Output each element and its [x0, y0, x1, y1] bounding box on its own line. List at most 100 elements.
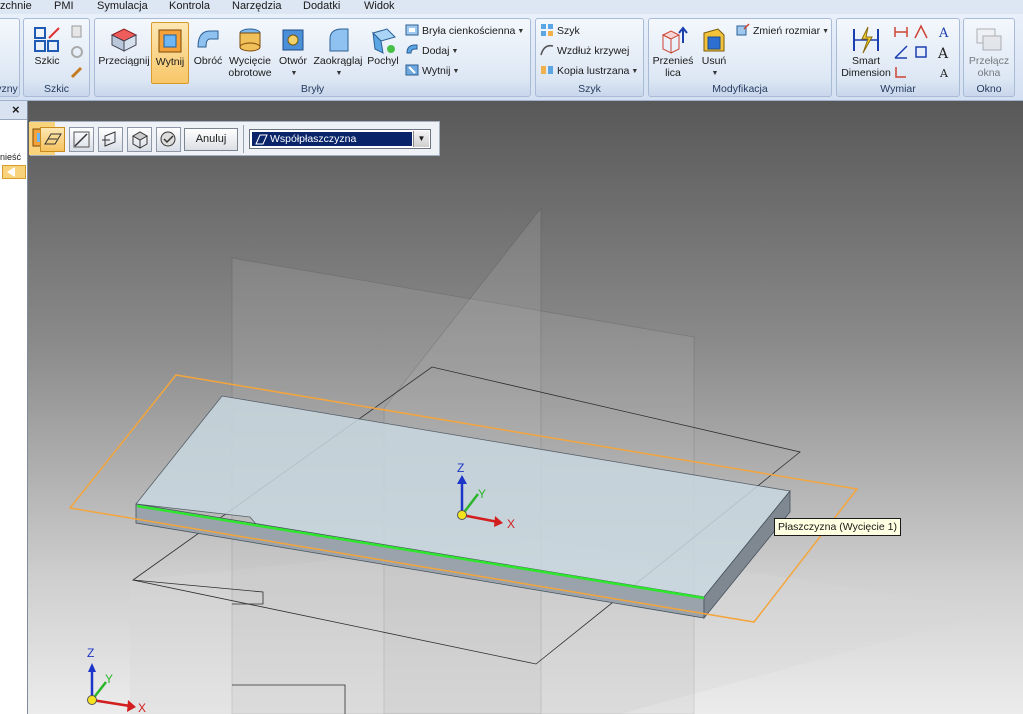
smart-dimension-button[interactable]: Smart Dimension	[840, 22, 892, 84]
symmetric-dimension-icon[interactable]	[913, 44, 929, 60]
group-szkic: Szkic Szkic	[23, 18, 90, 97]
group-szyk-label: Szyk	[578, 83, 601, 95]
tab-symulacja[interactable]: Symulacja	[97, 0, 148, 12]
wyciecie-obrotowe-label-1: Wycięcie	[229, 55, 271, 67]
left-pane: × nieść	[0, 101, 28, 714]
step-extent-button[interactable]	[127, 127, 152, 152]
kopia-lustrzana-button[interactable]: Kopia lustrzana ▼	[540, 62, 638, 80]
draw-profile-icon	[73, 131, 90, 148]
text-style-icon[interactable]: A	[937, 24, 953, 40]
wytnij-small-label: Wytnij	[422, 65, 451, 77]
zaokraglaj-dropdown-arrow[interactable]: ▼	[336, 70, 343, 77]
wyciecie-obrotowe-button[interactable]: Wycięcie obrotowe	[226, 22, 274, 84]
wzdluz-krzywej-button[interactable]: Wzdłuż krzywej	[540, 42, 629, 60]
rotate-icon[interactable]	[69, 44, 85, 60]
round-icon	[329, 28, 349, 52]
smart-dimension-label-2: Dimension	[841, 67, 891, 79]
step-side-button[interactable]	[98, 127, 123, 152]
group-partial-left: yzny	[0, 18, 20, 97]
usun-dropdown-arrow[interactable]: ▼	[712, 70, 719, 77]
przeciagnij-label: Przeciągnij	[98, 55, 150, 67]
revolve-icon	[197, 30, 219, 48]
przeciagnij-button[interactable]: Przeciągnij	[98, 22, 150, 84]
angle-dimension-icon[interactable]	[893, 44, 909, 60]
pencil-icon[interactable]	[69, 64, 85, 80]
dodaj-dropdown-arrow[interactable]: ▼	[451, 48, 458, 55]
plane-select-value: Współpłaszczyzna	[252, 132, 412, 146]
font-down-icon[interactable]: A	[937, 64, 953, 80]
wytnij-small-button[interactable]: Wytnij ▼	[405, 62, 459, 80]
model-graphics[interactable]: Z X Y Z X Y	[28, 101, 1023, 714]
step-plane-button[interactable]	[40, 127, 65, 152]
switch-window-icon	[976, 28, 1002, 51]
sketch-button[interactable]: Szkic	[27, 22, 67, 84]
wzdluz-krzywej-label: Wzdłuż krzywej	[557, 45, 630, 57]
szyk-button[interactable]: Szyk	[540, 22, 580, 40]
view-axis-x-label: X	[138, 701, 146, 714]
usun-button[interactable]: Usuń ▼	[697, 22, 731, 84]
group-wymiar-label: Wymiar	[880, 83, 916, 95]
chamfer-dimension-icon[interactable]	[913, 24, 929, 40]
tab-narzedzia[interactable]: Narzędzia	[232, 0, 282, 12]
plane-step-icon	[44, 133, 62, 145]
otwor-button[interactable]: Otwór ▼	[276, 22, 310, 84]
distance-dimension-icon[interactable]	[893, 24, 909, 40]
left-pane-step-marker[interactable]	[2, 165, 26, 179]
group-szyk: Szyk Wzdłuż krzywej Kopia lustrzana ▼ Szy…	[535, 18, 644, 97]
wytnij-small-dropdown-arrow[interactable]: ▼	[453, 68, 460, 75]
przenies-lica-label-2: lica	[665, 67, 681, 79]
bryla-cienkoscienna-button[interactable]: Bryła cienkościenna ▼	[405, 22, 524, 40]
view-axis-z-label: Z	[87, 646, 94, 660]
plane-select-dropdown-arrow[interactable]: ▼	[413, 131, 429, 147]
3d-viewport[interactable]: Z X Y Z X Y	[28, 101, 1023, 714]
wytnij-button[interactable]: Wytnij	[151, 22, 189, 84]
smart-dimension-label-1: Smart	[851, 55, 880, 67]
pattern-icon	[541, 24, 553, 36]
command-bar-divider	[243, 125, 244, 153]
ribbon: yzny Szkic Szkic Przeciągnij	[0, 14, 1023, 101]
przelacz-okna-button[interactable]: Przełącz okna	[966, 22, 1012, 84]
sketch-label: Szkic	[34, 55, 60, 67]
zaokraglaj-button[interactable]: Zaokrąglaj ▼	[313, 22, 363, 84]
zmien-rozmiar-button[interactable]: Zmień rozmiar ▼	[736, 22, 829, 40]
group-partial-left-label: yzny	[0, 83, 18, 95]
group-okno: Przełącz okna Okno	[963, 18, 1015, 97]
font-up-icon[interactable]: A	[937, 44, 953, 60]
copy-icon[interactable]	[69, 24, 85, 40]
tab-kontrola[interactable]: Kontrola	[169, 0, 210, 12]
dodaj-label: Dodaj	[422, 45, 450, 57]
group-bryly: Przeciągnij Wytnij Obróć Wycięcie obroto…	[94, 18, 531, 97]
extent-step-icon	[131, 131, 149, 149]
curve-pattern-icon	[540, 44, 554, 56]
svg-text:A: A	[939, 67, 949, 80]
pochyl-button[interactable]: Pochyl	[365, 22, 401, 84]
cancel-button[interactable]: Anuluj	[184, 128, 238, 151]
hole-icon	[282, 29, 304, 51]
tab-widok-partial[interactable]: zchnie	[0, 0, 32, 12]
obroc-button[interactable]: Obróć	[191, 22, 225, 84]
tab-dodatki[interactable]: Dodatki	[303, 0, 340, 12]
dodaj-button[interactable]: Dodaj ▼	[405, 42, 458, 60]
step-draw-profile-button[interactable]	[69, 127, 94, 152]
otwor-dropdown-arrow[interactable]: ▼	[291, 70, 298, 77]
sketch-icon	[34, 27, 60, 52]
kopia-lustrzana-dropdown-arrow[interactable]: ▼	[631, 68, 638, 75]
coordinate-dimension-icon[interactable]	[893, 64, 909, 80]
delete-face-icon	[703, 28, 725, 52]
przelacz-okna-label-1: Przełącz	[968, 55, 1010, 67]
left-pane-close-icon[interactable]: ×	[12, 102, 20, 117]
przenies-lica-label-1: Przenieś	[652, 55, 694, 67]
svg-text:A: A	[937, 46, 949, 60]
finish-step-icon	[160, 131, 176, 147]
tab-widok[interactable]: Widok	[364, 0, 395, 12]
group-okno-label: Okno	[976, 83, 1002, 95]
step-finish-button[interactable]	[156, 127, 181, 152]
zmien-rozmiar-dropdown-arrow[interactable]: ▼	[822, 28, 829, 35]
svg-text:A: A	[938, 26, 949, 40]
left-pane-header: ×	[0, 101, 27, 120]
otwor-label: Otwór	[278, 55, 307, 67]
bryla-dropdown-arrow[interactable]: ▼	[517, 28, 524, 35]
plane-select[interactable]: Współpłaszczyzna ▼	[249, 129, 431, 149]
tab-pmi[interactable]: PMI	[54, 0, 74, 12]
przenies-lica-button[interactable]: Przenieś lica	[651, 22, 695, 84]
